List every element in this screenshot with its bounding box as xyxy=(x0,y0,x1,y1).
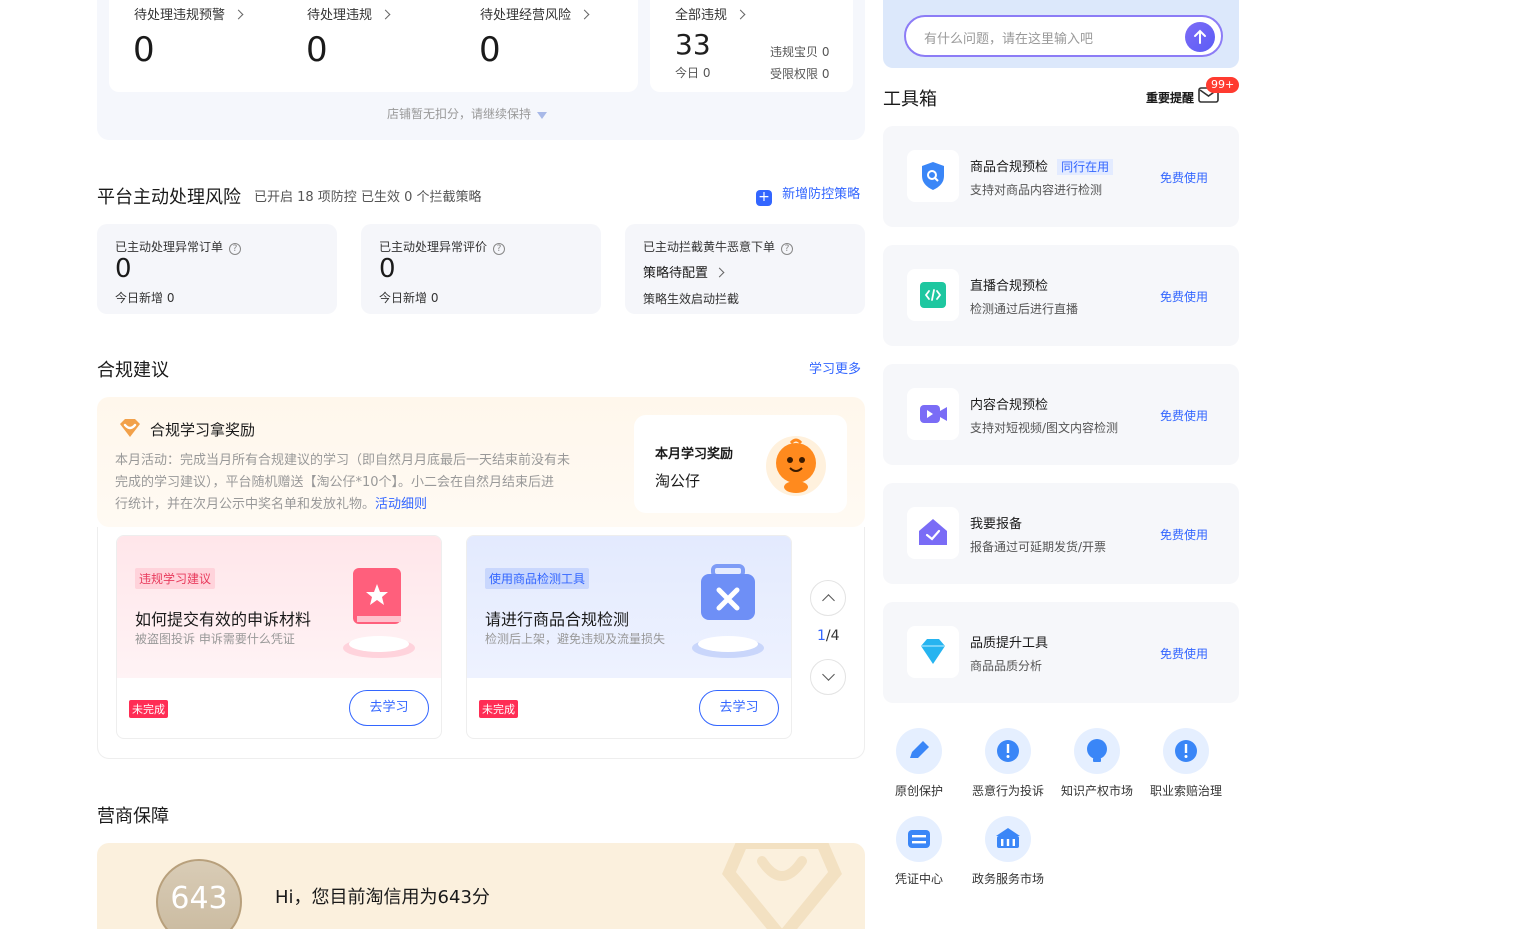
code-icon xyxy=(907,269,959,321)
status-badge: 未完成 xyxy=(479,700,518,718)
learn-card-product-check[interactable]: 使用商品检测工具 请进行商品合规检测 检测后上架，避免违规及流量损失 未完成 去… xyxy=(466,535,792,739)
add-strategy-link[interactable]: + 新增防控策略 xyxy=(756,183,860,206)
send-button[interactable] xyxy=(1185,22,1215,52)
go-learn-button[interactable]: 去学习 xyxy=(699,690,779,726)
tool-card-product-precheck[interactable]: 商品合规预检 同行在用 支持对商品内容进行检测 免费使用 xyxy=(883,126,1239,227)
pending-warning-stat[interactable]: 待处理违规预警 xyxy=(134,4,244,23)
abnormal-review-card: 已主动处理异常评价? 0 今日新增 0 xyxy=(361,224,601,314)
free-use-link[interactable]: 免费使用 xyxy=(1160,526,1208,543)
pen-icon xyxy=(896,728,942,774)
all-violations-value: 33 xyxy=(675,28,711,61)
alert-icon xyxy=(1163,728,1209,774)
arrow-up-icon xyxy=(1194,29,1206,44)
tool-card-report[interactable]: 我要报备 报备通过可延期发货/开票 免费使用 xyxy=(883,483,1239,584)
toolbox-title: 工具箱 xyxy=(883,89,937,110)
credit-score-gauge: 643 xyxy=(156,859,242,929)
prev-page-button[interactable] xyxy=(810,580,846,616)
video-icon xyxy=(907,388,959,440)
chevron-right-icon xyxy=(233,9,244,20)
caret-down-icon xyxy=(537,112,548,119)
learn-more-link[interactable]: 学习更多 xyxy=(809,358,861,377)
pending-risk-value: 0 xyxy=(479,30,501,70)
pending-violation-value: 0 xyxy=(306,30,328,70)
today-count: 今日 0 xyxy=(675,66,711,80)
peer-using-tag: 同行在用 xyxy=(1057,159,1114,175)
plus-icon: + xyxy=(756,190,772,206)
building-icon xyxy=(985,816,1031,862)
learn-card-appeal[interactable]: 违规学习建议 如何提交有效的申诉材料 被盗图投诉 申诉需要什么凭证 未完成 去学… xyxy=(116,535,442,739)
free-use-link[interactable]: 免费使用 xyxy=(1160,407,1208,424)
ai-question-input[interactable]: 有什么问题，请在这里输入吧 xyxy=(904,15,1223,57)
free-use-link[interactable]: 免费使用 xyxy=(1160,169,1208,186)
limited-permission-count: 受限权限 0 xyxy=(770,67,830,81)
violation-treasure-count: 违规宝贝 0 xyxy=(770,45,830,59)
credit-score-panel: 643 Hi，您目前淘信用为643分 xyxy=(97,843,865,929)
abnormal-order-card: 已主动处理异常订单? 0 今日新增 0 xyxy=(97,224,337,314)
platform-risk-subtitle: 已开启 18 项防控 已生效 0 个拦截策略 xyxy=(254,190,482,205)
chevron-right-icon xyxy=(735,9,746,20)
chevron-right-icon xyxy=(380,9,391,20)
book-icon xyxy=(339,564,419,664)
shield-watermark-icon xyxy=(717,843,847,929)
pending-warning-value: 0 xyxy=(133,30,155,70)
shield-search-icon xyxy=(907,150,959,202)
free-use-link[interactable]: 免费使用 xyxy=(1160,288,1208,305)
toolbox-icon xyxy=(687,564,769,664)
scalper-block-card: 已主动拦截黄牛恶意下单? 策略待配置 策略生效启动拦截 xyxy=(625,224,865,314)
tool-card-quality[interactable]: 品质提升工具 商品品质分析 免费使用 xyxy=(883,602,1239,703)
go-learn-button[interactable]: 去学习 xyxy=(349,690,429,726)
chevron-right-icon xyxy=(579,9,590,20)
diamond-icon xyxy=(907,626,959,678)
credit-greeting: Hi，您目前淘信用为643分 xyxy=(275,887,490,908)
status-badge: 未完成 xyxy=(129,700,168,718)
bulb-icon xyxy=(1074,728,1120,774)
guarantee-title: 营商保障 xyxy=(97,806,169,827)
monthly-reward-box: 本月学习奖励 淘公仔 xyxy=(634,415,847,513)
strategy-config-link[interactable]: 策略待配置 xyxy=(643,262,725,281)
certificate-icon xyxy=(896,816,942,862)
help-icon[interactable]: ? xyxy=(781,243,794,255)
tool-card-content-precheck[interactable]: 内容合规预检 支持对短视频/图文内容检测 免费使用 xyxy=(883,364,1239,465)
alert-icon xyxy=(985,728,1031,774)
all-violations-stat[interactable]: 全部违规 xyxy=(675,4,746,23)
activity-rules-link[interactable]: 活动细则 xyxy=(375,497,427,512)
diamond-reward-icon xyxy=(117,417,143,439)
tool-card-live-precheck[interactable]: 直播合规预检 检测通过后进行直播 免费使用 xyxy=(883,245,1239,346)
page: 待处理违规预警 0 待处理违规 0 待处理经营风险 0 全部违规 33 今日 0… xyxy=(0,0,1531,929)
notification-badge: 99+ xyxy=(1206,77,1240,93)
pending-violation-stat[interactable]: 待处理违规 xyxy=(307,4,391,23)
tag-product-check-tool: 使用商品检测工具 xyxy=(485,568,590,589)
reward-title: 合规学习拿奖励 xyxy=(150,421,256,439)
chevron-up-icon xyxy=(822,594,835,607)
reward-description: 本月活动：完成当月所有合规建议的学习（即自然月月底最后一天结束前没有未 完成的学… xyxy=(115,453,571,512)
mascot-icon xyxy=(765,435,827,497)
important-reminder-link[interactable]: 重要提醒 xyxy=(1146,89,1194,106)
next-page-button[interactable] xyxy=(810,659,846,695)
chevron-right-icon xyxy=(714,267,725,278)
free-use-link[interactable]: 免费使用 xyxy=(1160,645,1208,662)
pending-risk-stat[interactable]: 待处理经营风险 xyxy=(480,4,590,23)
help-icon[interactable]: ? xyxy=(229,243,242,255)
deduction-hint[interactable]: 店铺暂无扣分，请继续保持 xyxy=(387,103,548,122)
tag-violation-learning: 违规学习建议 xyxy=(135,568,216,589)
chevron-down-icon xyxy=(822,668,835,681)
pager-indicator: 1/4 xyxy=(817,628,840,644)
help-icon[interactable]: ? xyxy=(493,243,506,255)
platform-risk-title: 平台主动处理风险 xyxy=(97,187,241,208)
house-check-icon xyxy=(907,507,959,559)
compliance-title: 合规建议 xyxy=(97,360,169,381)
